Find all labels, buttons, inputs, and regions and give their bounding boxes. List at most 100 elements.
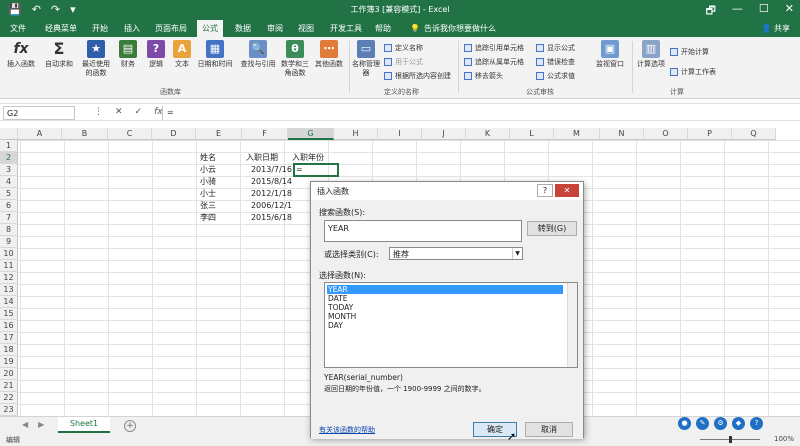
row-header-6[interactable]: 6 (0, 200, 18, 212)
close-icon[interactable]: ✕ (785, 2, 794, 21)
define-name-button[interactable]: 定义名称 (384, 43, 423, 53)
column-header-f[interactable]: F (242, 128, 288, 140)
column-header-m[interactable]: M (554, 128, 600, 140)
tab-formulas[interactable]: 公式 (197, 20, 223, 37)
column-header-j[interactable]: J (422, 128, 466, 140)
math-trig-button[interactable]: θ 数学和三角函数 (280, 40, 310, 78)
search-function-input[interactable]: YEAR (324, 220, 522, 242)
row-header-20[interactable]: 20 (0, 368, 18, 380)
column-header-b[interactable]: B (62, 128, 108, 140)
calculate-sheet-button[interactable]: 计算工作表 (670, 67, 716, 77)
column-header-o[interactable]: O (644, 128, 688, 140)
row-header-1[interactable]: 1 (0, 140, 18, 152)
column-header-i[interactable]: I (378, 128, 422, 140)
function-list[interactable]: YEAR DATE TODAY MONTH DAY (324, 282, 578, 368)
logical-button[interactable]: ? 逻辑 (144, 40, 168, 69)
tab-home[interactable]: 开始 (92, 23, 108, 34)
zoom-slider-thumb[interactable] (729, 436, 732, 443)
cancel-icon[interactable]: ✕ (115, 107, 123, 117)
evaluate-formula-button[interactable]: 公式求值 (536, 71, 575, 81)
tab-data[interactable]: 数据 (235, 23, 251, 34)
row-header-18[interactable]: 18 (0, 344, 18, 356)
maximize-icon[interactable]: ☐ (759, 2, 769, 21)
minimize-icon[interactable]: — (732, 2, 743, 21)
recently-used-button[interactable]: ★ 最近使用的函数 (80, 40, 112, 78)
add-sheet-icon[interactable]: + (124, 420, 136, 432)
row-header-21[interactable]: 21 (0, 380, 18, 392)
tab-classic-menu[interactable]: 经典菜单 (45, 23, 77, 34)
trace-precedents-button[interactable]: 追踪引用单元格 (464, 43, 524, 53)
function-help-link[interactable]: 有关该函数的帮助 (319, 425, 375, 435)
lookup-reference-button[interactable]: 🔍 查找与引用 (238, 40, 278, 69)
pin-icon[interactable]: ● (678, 417, 691, 430)
remove-arrows-button[interactable]: 移去箭头 (464, 71, 503, 81)
row-header-17[interactable]: 17 (0, 332, 18, 344)
tab-view[interactable]: 视图 (298, 23, 314, 34)
row-header-9[interactable]: 9 (0, 236, 18, 248)
dialog-close-button[interactable]: ✕ (555, 184, 579, 197)
go-button[interactable]: 转到(G) (527, 221, 577, 236)
settings-icon[interactable]: ⚙ (714, 417, 727, 430)
enter-icon[interactable]: ✓ (135, 107, 143, 117)
share-button[interactable]: 👤 共享 (761, 23, 790, 34)
cell-f6[interactable]: 2015/6/18 (244, 212, 292, 224)
column-header-q[interactable]: Q (732, 128, 776, 140)
tab-insert[interactable]: 插入 (124, 23, 140, 34)
column-header-l[interactable]: L (510, 128, 554, 140)
function-list-scrollbar[interactable] (567, 283, 577, 367)
brush-icon[interactable]: ✎ (696, 417, 709, 430)
row-header-13[interactable]: 13 (0, 284, 18, 296)
row-header-16[interactable]: 16 (0, 320, 18, 332)
row-header-2[interactable]: 2 (0, 152, 18, 164)
autosum-button[interactable]: Σ 自动求和 (42, 40, 76, 69)
column-header-p[interactable]: P (688, 128, 732, 140)
watch-window-button[interactable]: ▣ 监视窗口 (592, 40, 628, 69)
cell-f2[interactable]: 2013/7/16 (244, 164, 292, 176)
cancel-button[interactable]: 取消 (525, 422, 573, 437)
function-list-item[interactable]: TODAY (327, 303, 563, 312)
column-header-n[interactable]: N (600, 128, 644, 140)
function-list-item[interactable]: DAY (327, 321, 563, 330)
cell-f5[interactable]: 2006/12/1 (244, 200, 292, 212)
row-header-8[interactable]: 8 (0, 224, 18, 236)
row-header-14[interactable]: 14 (0, 296, 18, 308)
column-header-g[interactable]: G (288, 128, 334, 140)
trace-dependents-button[interactable]: 追踪从属单元格 (464, 57, 524, 67)
name-manager-button[interactable]: ▭ 名称管理器 (352, 40, 380, 78)
column-header-d[interactable]: D (152, 128, 196, 140)
text-button[interactable]: A 文本 (170, 40, 194, 69)
error-checking-button[interactable]: 错误检查 (536, 57, 575, 67)
category-select[interactable]: 推荐 ▼ (389, 247, 523, 260)
cell-e2[interactable]: 小云 (200, 164, 216, 176)
use-in-formula-button[interactable]: 用于公式 (384, 57, 423, 67)
financial-button[interactable]: ▤ 财务 (116, 40, 140, 69)
function-list-item[interactable]: DATE (327, 294, 563, 303)
app-icon[interactable]: ◆ (732, 417, 745, 430)
select-all-corner[interactable] (0, 128, 18, 140)
column-header-e[interactable]: E (196, 128, 242, 140)
column-header-k[interactable]: K (466, 128, 510, 140)
cell-e1[interactable]: 姓名 (200, 152, 216, 164)
row-header-5[interactable]: 5 (0, 188, 18, 200)
next-sheet-icon[interactable]: ▶ (38, 420, 44, 429)
tab-file[interactable]: 文件 (10, 23, 26, 34)
help-icon[interactable]: ? (750, 417, 763, 430)
row-header-7[interactable]: 7 (0, 212, 18, 224)
column-header-a[interactable]: A (18, 128, 62, 140)
row-header-12[interactable]: 12 (0, 272, 18, 284)
create-from-selection-button[interactable]: 根据所选内容创建 (384, 71, 451, 81)
insert-function-button[interactable]: fx 插入函数 (4, 40, 38, 69)
cell-f3[interactable]: 2015/8/14 (244, 176, 292, 188)
tab-page-layout[interactable]: 页面布局 (155, 23, 187, 34)
cell-f1[interactable]: 入职日期 (246, 152, 278, 164)
cell-f4[interactable]: 2012/1/18 (244, 188, 292, 200)
row-header-4[interactable]: 4 (0, 176, 18, 188)
row-header-11[interactable]: 11 (0, 260, 18, 272)
row-header-10[interactable]: 10 (0, 248, 18, 260)
function-list-item[interactable]: MONTH (327, 312, 563, 321)
tab-review[interactable]: 审阅 (267, 23, 283, 34)
date-time-button[interactable]: ▦ 日期和时间 (194, 40, 236, 69)
more-functions-button[interactable]: ⋯ 其他函数 (312, 40, 346, 69)
cell-e5[interactable]: 张三 (200, 200, 216, 212)
dialog-help-button[interactable]: ? (537, 184, 553, 197)
